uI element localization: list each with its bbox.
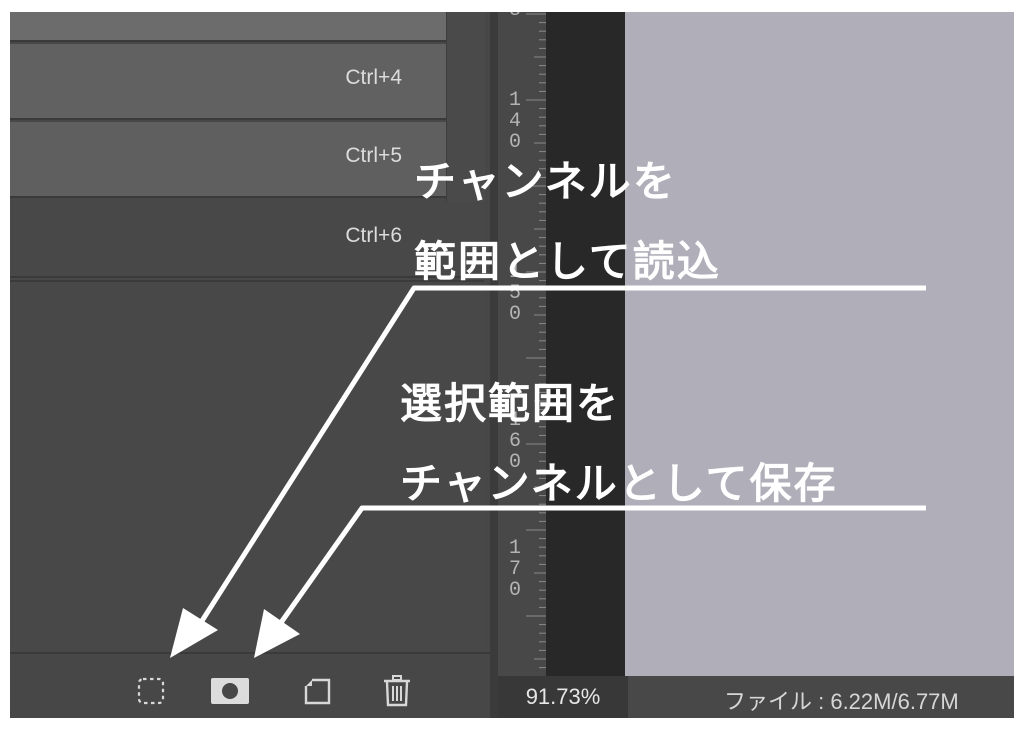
status-bar: 91.73% ファイル : 6.22M/6.77M <box>498 676 1014 718</box>
delete-channel-button[interactable] <box>380 674 414 708</box>
new-channel-icon <box>304 678 331 705</box>
annotation-line: 選択範囲を <box>400 379 621 428</box>
new-channel-button[interactable] <box>300 674 334 708</box>
channel-row[interactable]: Ctrl+4 <box>10 44 446 120</box>
annotation-line: チャンネルを <box>414 157 677 206</box>
channel-row[interactable]: Ctrl+6 <box>10 202 484 278</box>
photoshop-window: Ctrl+4 Ctrl+5 Ctrl+6 1 4 0 1 5 0 1 6 0 1… <box>10 12 1014 718</box>
panel-divider <box>10 280 484 282</box>
annotation-save-selection-as-channel: 選択範囲を チャンネルとして保存 <box>400 364 837 524</box>
load-channel-as-selection-button[interactable] <box>134 674 168 708</box>
annotation-line: 範囲として読込 <box>414 237 721 286</box>
mask-circle-icon <box>211 678 249 704</box>
trash-icon <box>384 675 410 707</box>
document-canvas[interactable] <box>625 12 1014 676</box>
annotation-load-channel-as-selection: チャンネルを 範囲として読込 <box>414 142 721 302</box>
file-info: ファイル : 6.22M/6.77M <box>724 689 959 714</box>
zoom-level[interactable]: 91.73% <box>498 676 628 718</box>
ruler-ticks <box>526 13 546 669</box>
channel-shortcut: Ctrl+5 <box>345 144 402 167</box>
channel-shortcut: Ctrl+6 <box>345 224 402 247</box>
vertical-ruler: 8 1 4 0 1 5 0 1 6 0 1 7 0 <box>498 12 546 676</box>
ruler-label: 8 <box>508 12 522 21</box>
pasteboard <box>546 12 625 676</box>
ruler-label: 1 7 0 <box>508 537 521 602</box>
channels-panel-footer <box>10 652 490 718</box>
channel-row[interactable]: Ctrl+5 <box>10 122 446 198</box>
dotted-selection-icon <box>137 677 165 705</box>
channel-shortcut: Ctrl+4 <box>345 66 402 89</box>
save-selection-as-channel-button[interactable] <box>210 674 250 708</box>
channel-row[interactable] <box>10 12 446 42</box>
annotation-line: チャンネルとして保存 <box>400 459 838 508</box>
